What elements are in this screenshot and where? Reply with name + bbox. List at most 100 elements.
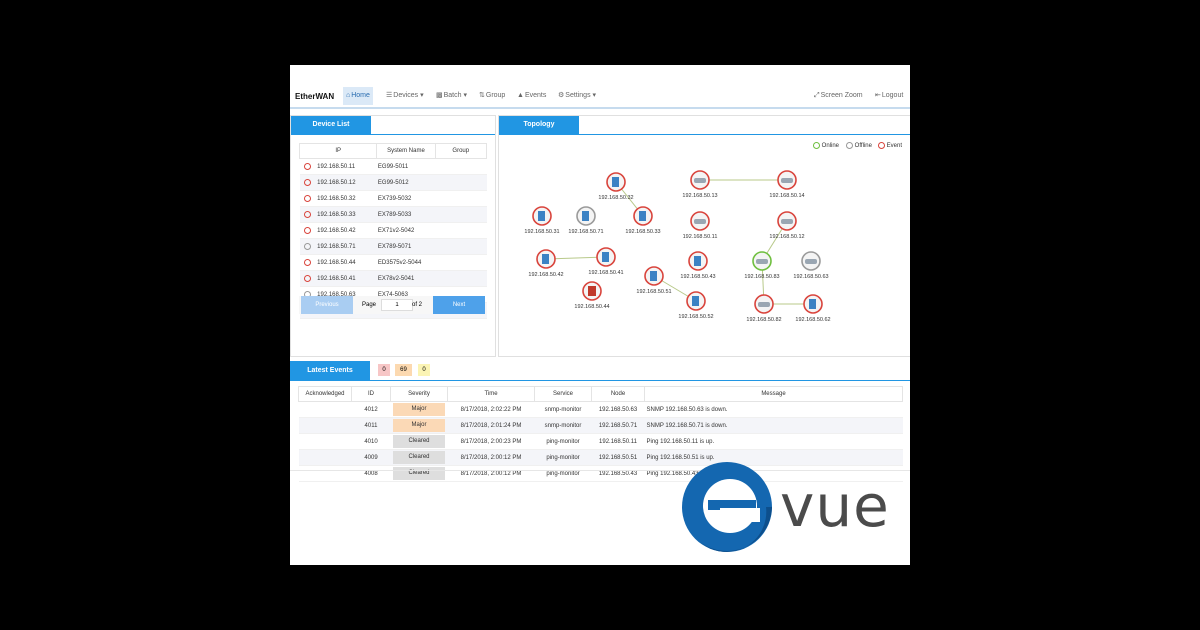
topology-node-label: 192.168.50.62: [795, 317, 830, 323]
topology-node[interactable]: 192.168.50.62: [795, 294, 831, 323]
device-name-cell: EX78v2-5041: [376, 270, 436, 287]
event-severity-cell: Major: [390, 417, 448, 434]
nav-home[interactable]: ⌂Home: [343, 87, 373, 105]
device-row[interactable]: 192.168.50.42 EX71v2-5042: [299, 222, 487, 239]
col-severity[interactable]: Severity: [390, 386, 448, 402]
topology-node[interactable]: 192.168.50.83: [744, 251, 780, 280]
device-list-tab[interactable]: Device List: [291, 116, 371, 134]
events-table-header: Acknowledged ID Severity Time Service No…: [298, 386, 903, 402]
critical-count-badge[interactable]: 0: [378, 364, 390, 376]
col-time[interactable]: Time: [447, 386, 535, 402]
device-group-cell: [435, 174, 487, 191]
device-row[interactable]: 192.168.50.71 EX789-5071: [299, 238, 487, 255]
switch-icon: [602, 252, 609, 262]
event-message-cell: Ping 192.168.50.11 is up.: [644, 433, 903, 450]
topology-node[interactable]: 192.168.50.52: [678, 291, 714, 320]
event-ack-cell[interactable]: [298, 401, 352, 418]
brand-logo[interactable]: EtherWAN: [295, 92, 334, 101]
topology-node[interactable]: 192.168.50.71: [568, 206, 604, 235]
topology-node[interactable]: 192.168.50.82: [746, 294, 782, 323]
col-message[interactable]: Message: [644, 386, 903, 402]
nav-settings[interactable]: ⚙Settings ▾: [555, 87, 599, 105]
nav-devices[interactable]: ☰Devices ▾: [383, 87, 427, 105]
switch-icon: [809, 299, 816, 309]
topology-node-label: 192.168.50.14: [769, 193, 804, 199]
topology-node[interactable]: 192.168.50.41: [588, 247, 624, 276]
col-service[interactable]: Service: [534, 386, 592, 402]
nav-group[interactable]: ⇅Group: [476, 87, 508, 105]
device-row[interactable]: 192.168.50.41 EX78v2-5041: [299, 270, 487, 287]
col-node[interactable]: Node: [591, 386, 645, 402]
event-row[interactable]: 4010 Cleared 8/17/2018, 2:00:23 PM ping-mon…: [298, 433, 903, 450]
next-button[interactable]: Next: [433, 296, 485, 314]
topology-node[interactable]: 192.168.50.63: [793, 251, 829, 280]
latest-events-tab[interactable]: Latest Events: [290, 361, 370, 381]
device-group-cell: [435, 222, 487, 239]
page-number-input[interactable]: [381, 299, 413, 311]
topology-node[interactable]: 192.168.50.44: [574, 281, 610, 310]
evue-logo-mark: e: [682, 462, 772, 552]
topology-panel: Topology Online Offline Event 192.168.50…: [498, 115, 910, 357]
event-row[interactable]: 4011 Major 8/17/2018, 2:01:24 PM snmp-monit…: [298, 417, 903, 434]
device-row[interactable]: 192.168.50.32 EX739-5032: [299, 190, 487, 207]
page-label: Page: [362, 302, 377, 308]
device-ip-cell: 192.168.50.71: [299, 238, 377, 255]
event-status-icon: [303, 226, 311, 234]
device-row[interactable]: 192.168.50.12 EG99-5012: [299, 174, 487, 191]
event-time-cell: 8/17/2018, 2:00:23 PM: [447, 433, 535, 450]
topology-map[interactable]: 192.168.50.32 192.168.50.13 192.168.50.14 1…: [499, 136, 910, 356]
topology-node-label: 192.168.50.51: [636, 289, 671, 295]
event-ack-cell[interactable]: [298, 465, 352, 482]
event-ack-cell[interactable]: [298, 449, 352, 466]
nav-events[interactable]: ▲Events: [514, 87, 549, 105]
evue-logo-text: vue: [780, 472, 890, 540]
event-severity-cell: Cleared: [390, 449, 448, 466]
event-service-cell: snmp-monitor: [534, 417, 592, 434]
event-row[interactable]: 4012 Major 8/17/2018, 2:02:22 PM snmp-monit…: [298, 401, 903, 418]
previous-button[interactable]: Previous: [301, 296, 353, 314]
event-time-cell: 8/17/2018, 2:00:12 PM: [447, 465, 535, 482]
event-node-cell: 192.168.50.43: [591, 465, 645, 482]
device-group-cell: [435, 206, 487, 223]
access-point-icon: [694, 178, 706, 183]
caret-down-icon: ▾: [420, 92, 424, 99]
device-name-cell: EX789-5033: [376, 206, 436, 223]
event-message-cell: SNMP 192.168.50.71 is down.: [644, 417, 903, 434]
device-row[interactable]: 192.168.50.44 ED3575v2-5044: [299, 254, 487, 271]
topology-node-label: 192.168.50.44: [574, 304, 609, 310]
col-acknowledged[interactable]: Acknowledged: [298, 386, 352, 402]
topology-node[interactable]: 192.168.50.43: [680, 251, 716, 280]
nav-batch[interactable]: ▩Batch ▾: [433, 87, 470, 105]
col-group[interactable]: Group: [434, 143, 488, 159]
event-ack-cell[interactable]: [298, 417, 352, 434]
list-icon: ☰: [386, 92, 393, 99]
event-id-cell: 4012: [351, 401, 391, 418]
topology-node[interactable]: 192.168.50.11: [683, 211, 718, 240]
topology-node[interactable]: 192.168.50.13: [682, 170, 718, 199]
col-system-name[interactable]: System Name: [376, 143, 436, 159]
topology-node[interactable]: 192.168.50.12: [769, 211, 805, 240]
topology-node-label: 192.168.50.31: [524, 229, 559, 235]
topology-node[interactable]: 192.168.50.14: [769, 170, 805, 199]
topology-node[interactable]: 192.168.50.42: [528, 249, 564, 278]
topology-node[interactable]: 192.168.50.32: [598, 172, 634, 201]
major-count-badge[interactable]: 69: [395, 364, 412, 376]
minor-count-badge[interactable]: 0: [418, 364, 430, 376]
device-ip-cell: 192.168.50.33: [299, 206, 377, 223]
device-row[interactable]: 192.168.50.33 EX789-5033: [299, 206, 487, 223]
topology-node[interactable]: 192.168.50.31: [524, 206, 560, 235]
logout-button[interactable]: ⇤Logout: [872, 87, 906, 105]
col-ip[interactable]: IP: [298, 143, 378, 159]
event-ack-cell[interactable]: [298, 433, 352, 450]
switch-icon: [639, 211, 646, 221]
screen-zoom-button[interactable]: ⤢Screen Zoom: [811, 87, 866, 105]
topology-tab[interactable]: Topology: [499, 116, 579, 134]
topology-node[interactable]: 192.168.50.51: [636, 266, 672, 295]
topology-node[interactable]: 192.168.50.33: [625, 206, 661, 235]
col-id[interactable]: ID: [351, 386, 391, 402]
top-navbar: EtherWAN ⌂Home ☰Devices ▾ ▩Batch ▾ ⇅Grou…: [290, 85, 910, 109]
device-row[interactable]: 192.168.50.11 EG99-5011: [299, 158, 487, 175]
bell-icon: ▲: [517, 92, 524, 99]
topology-node-label: 192.168.50.63: [793, 274, 828, 280]
event-service-cell: ping-monitor: [534, 465, 592, 482]
